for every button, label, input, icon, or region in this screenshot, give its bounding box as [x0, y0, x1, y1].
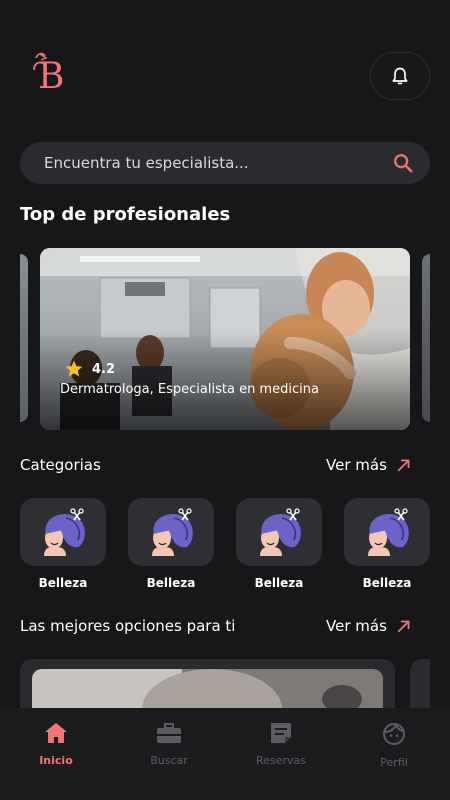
- recommended-title: Las mejores opciones para ti: [20, 617, 236, 635]
- recommended-see-more-link[interactable]: Ver más: [326, 617, 413, 635]
- svg-text:B: B: [38, 56, 64, 94]
- star-icon: [65, 360, 83, 377]
- professional-card[interactable]: 4.2 Dermatrologa, Especialista en medici…: [40, 248, 410, 430]
- professional-card-next[interactable]: [422, 254, 430, 422]
- hair-woman-icon: [368, 508, 409, 556]
- tab-label: Inicio: [39, 754, 73, 767]
- hair-woman-icon: [44, 508, 85, 556]
- bell-icon: [392, 67, 408, 85]
- see-more-label: Ver más: [326, 456, 387, 474]
- category-label: Belleza: [254, 576, 304, 590]
- search-icon: [394, 154, 413, 173]
- notes-icon: [271, 723, 291, 743]
- home-icon: [45, 723, 67, 743]
- tab-inicio[interactable]: Inicio: [1, 722, 111, 767]
- search-bar: [20, 142, 430, 184]
- category-label: Belleza: [38, 576, 88, 590]
- category-item[interactable]: Belleza: [128, 498, 214, 590]
- search-button[interactable]: [392, 152, 414, 174]
- briefcase-icon: [157, 723, 181, 743]
- category-tile: [344, 498, 430, 566]
- hair-woman-icon: [152, 508, 193, 556]
- face-icon: [383, 722, 405, 745]
- category-item[interactable]: Belleza: [20, 498, 106, 590]
- bottom-tab-bar: Inicio Buscar Reservas Perfil: [0, 708, 450, 800]
- category-tile: [20, 498, 106, 566]
- category-label: Belleza: [362, 576, 412, 590]
- category-item[interactable]: Belleza: [344, 498, 430, 590]
- arrow-up-right-icon: [397, 459, 410, 472]
- tab-perfil[interactable]: Perfil: [339, 722, 449, 769]
- professional-specialty: Dermatrologa, Especialista en medicina: [60, 382, 319, 397]
- brand-logo: B: [26, 48, 70, 97]
- category-tile: [236, 498, 322, 566]
- professional-card-prev[interactable]: [20, 254, 28, 422]
- professional-photo: [40, 248, 410, 430]
- tab-label: Buscar: [150, 754, 188, 767]
- category-tile: [128, 498, 214, 566]
- category-item[interactable]: Belleza: [236, 498, 322, 590]
- hair-woman-icon: [260, 508, 301, 556]
- search-input[interactable]: [44, 142, 384, 184]
- tab-label: Reservas: [256, 754, 306, 767]
- tab-buscar[interactable]: Buscar: [114, 722, 224, 767]
- rating-value: 4.2: [92, 361, 116, 377]
- tab-label: Perfil: [380, 756, 408, 769]
- rating: 4.2: [64, 359, 115, 379]
- top-professionals-title: Top de profesionales: [20, 204, 231, 225]
- categories-see-more-link[interactable]: Ver más: [326, 456, 413, 474]
- categories-title: Categorias: [20, 456, 101, 474]
- see-more-label: Ver más: [326, 617, 387, 635]
- arrow-up-right-icon: [397, 620, 410, 633]
- tab-reservas[interactable]: Reservas: [226, 722, 336, 767]
- notifications-button[interactable]: [370, 52, 430, 100]
- category-label: Belleza: [146, 576, 196, 590]
